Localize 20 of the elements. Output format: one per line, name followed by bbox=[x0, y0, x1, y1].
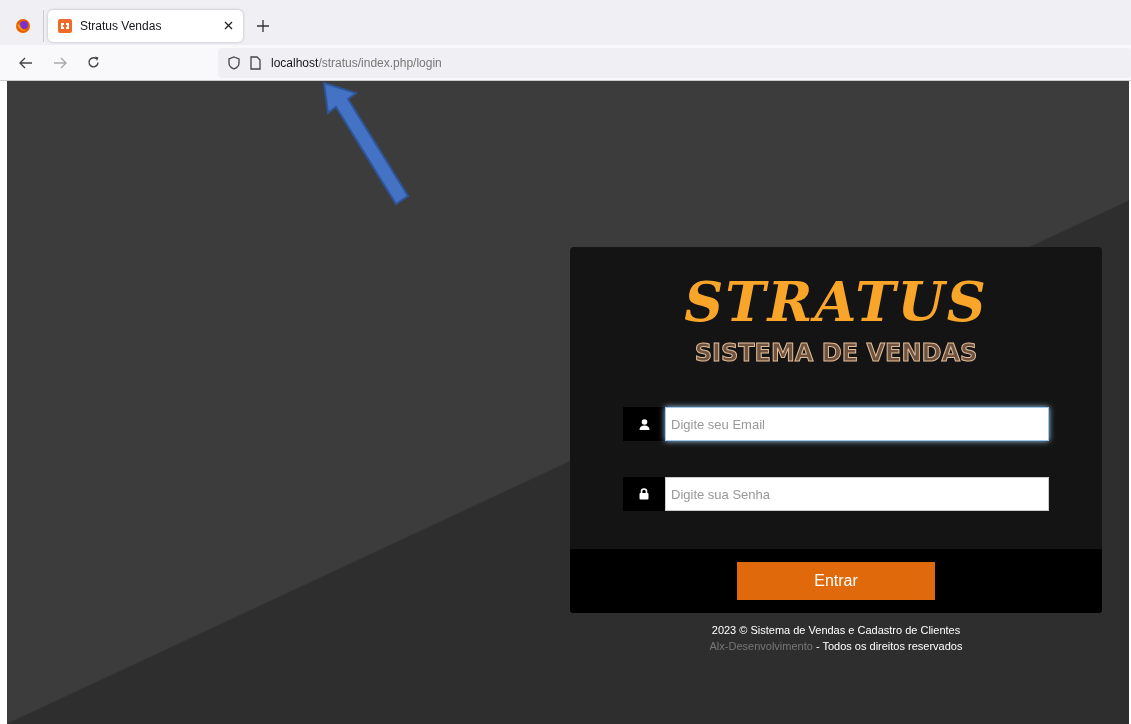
tab-title: Stratus Vendas bbox=[80, 18, 163, 33]
browser-tab[interactable]: Stratus Vendas bbox=[48, 9, 243, 42]
reload-icon[interactable] bbox=[87, 56, 100, 69]
site-favicon-icon bbox=[58, 18, 72, 33]
url-text: localhost/stratus/index.php/login bbox=[271, 55, 442, 70]
lock-icon bbox=[639, 488, 649, 500]
email-field[interactable]: Digite seu Email bbox=[665, 407, 1049, 441]
address-bar[interactable]: localhost/stratus/index.php/login bbox=[218, 47, 1131, 78]
copyright-text: 2023 © Sistema de Vendas e Cadastro de Clientes bbox=[711, 624, 961, 636]
close-icon[interactable] bbox=[224, 21, 233, 30]
new-tab-icon[interactable] bbox=[257, 19, 269, 32]
subtitle-text: SISTEMA DE VENDAS bbox=[694, 339, 978, 367]
user-icon bbox=[638, 418, 650, 430]
browser-logo-icon[interactable] bbox=[15, 17, 31, 34]
back-icon[interactable] bbox=[19, 56, 33, 69]
password-field[interactable]: Digite sua Senha bbox=[665, 477, 1049, 511]
rights-text: - Todos os direitos reservados bbox=[814, 640, 963, 652]
page-icon bbox=[250, 55, 261, 70]
logo-text: STRATUS bbox=[684, 269, 988, 336]
shield-icon[interactable] bbox=[228, 55, 240, 70]
